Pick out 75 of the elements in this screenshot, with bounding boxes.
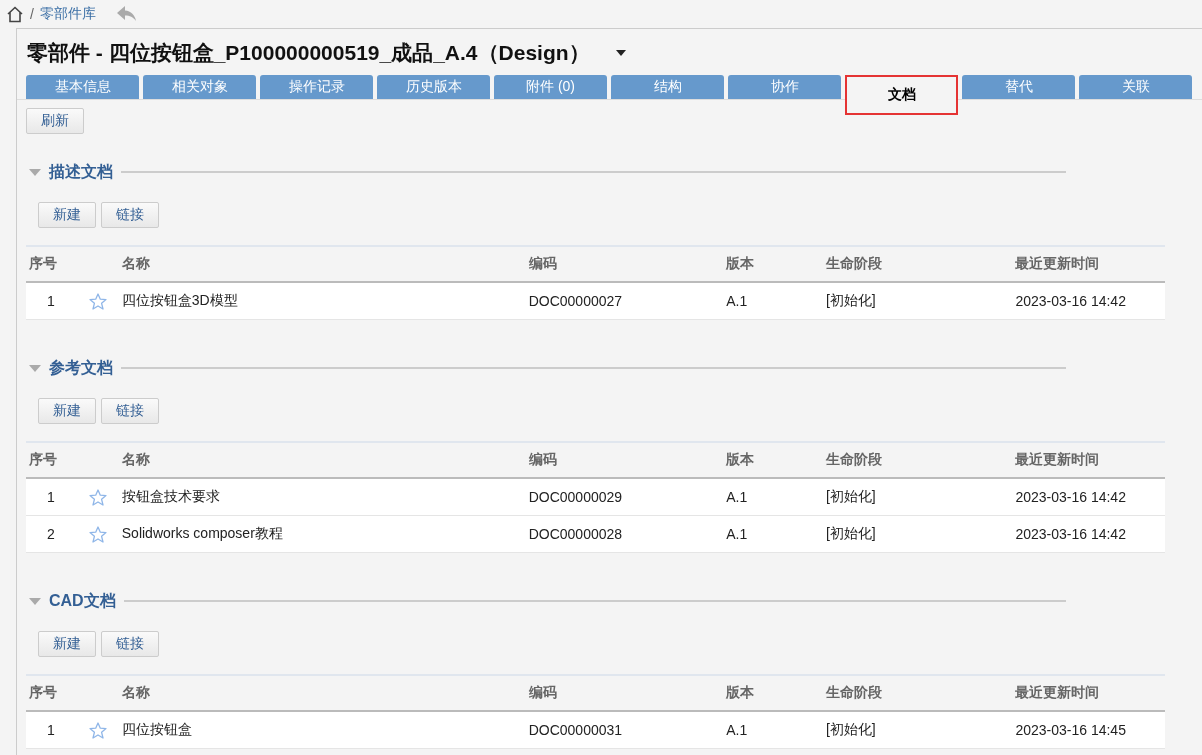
table-cell-text: 1 [46,489,56,505]
table-cell-text: 2023-03-16 14:42 [1015,293,1127,309]
table-cell-text: [初始化] [825,525,877,543]
table-cell-text: 1 [46,722,56,738]
column-header: 编码 [528,255,558,273]
star-icon[interactable] [88,292,107,310]
section-title: 描述文档 [49,161,113,182]
back-arrow-icon[interactable] [115,5,138,23]
collapse-caret-icon[interactable] [29,597,41,605]
column-header: 编码 [528,451,558,469]
table-cell-text: [初始化] [825,292,877,310]
collapse-caret-icon[interactable] [29,168,41,176]
column-header: 生命阶段 [825,684,883,702]
toolbar-button[interactable]: 链接 [101,202,159,228]
table-cell-text: [初始化] [825,488,877,506]
tab[interactable]: 附件 (0) [494,75,607,99]
column-header: 编码 [528,684,558,702]
toolbar-button[interactable]: 新建 [38,398,96,424]
column-header: 最近更新时间 [1015,255,1101,273]
table-cell-text: A.1 [726,722,749,738]
table-cell-text: A.1 [726,489,749,505]
table-cell-text: 2 [46,526,56,542]
tab[interactable]: 文档 [845,75,958,115]
tab[interactable]: 相关对象 [143,75,256,99]
toolbar-button[interactable]: 链接 [101,398,159,424]
column-header: 序号 [28,684,58,702]
page-title: 零部件 - 四位按钮盒_P100000000519_成品_A.4（Design） [27,40,590,66]
table-cell-text: 2023-03-16 14:42 [1015,526,1127,542]
table-cell-text: 1 [46,293,56,309]
toolbar-button[interactable]: 新建 [38,202,96,228]
column-header: 名称 [121,451,151,469]
toolbar-button[interactable]: 链接 [101,631,159,657]
column-header: 生命阶段 [825,255,883,273]
column-header: 最近更新时间 [1015,451,1101,469]
table-cell-text: Solidworks composer教程 [121,525,284,543]
column-header: 版本 [726,684,756,702]
table-cell-text: 2023-03-16 14:45 [1015,722,1127,738]
table-cell-text: 四位按钮盒3D模型 [121,292,239,310]
column-header: 序号 [28,451,58,469]
column-header: 序号 [28,255,58,273]
tab[interactable]: 协作 [728,75,841,99]
table-cell-text: 四位按钮盒 [121,721,193,739]
column-header: 名称 [121,255,151,273]
column-header: 名称 [121,684,151,702]
star-icon[interactable] [88,488,107,506]
breadcrumb-separator: / [30,6,34,22]
home-icon[interactable] [6,5,24,23]
tab[interactable]: 历史版本 [377,75,490,99]
section-title: 参考文档 [49,357,113,378]
tab[interactable]: 替代 [962,75,1075,99]
breadcrumb-link[interactable]: 零部件库 [39,5,96,23]
refresh-button[interactable]: 刷新 [26,108,84,134]
table-cell-text: DOC00000027 [528,293,624,309]
star-icon[interactable] [88,525,107,543]
tab[interactable]: 结构 [611,75,724,99]
column-header: 生命阶段 [825,451,883,469]
table-cell-text: A.1 [726,293,749,309]
table-cell-text: DOC00000029 [528,489,624,505]
table-cell-text: 按钮盒技术要求 [121,488,221,506]
tab[interactable]: 操作记录 [260,75,373,99]
collapse-caret-icon[interactable] [29,364,41,372]
tab[interactable]: 关联 [1079,75,1192,99]
column-header: 最近更新时间 [1015,684,1101,702]
column-header: 版本 [726,255,756,273]
star-icon[interactable] [88,721,107,739]
table-cell-text: [初始化] [825,721,877,739]
toolbar-button[interactable]: 新建 [38,631,96,657]
table-cell-text: 2023-03-16 14:42 [1015,489,1127,505]
section-title: CAD文档 [49,590,116,611]
tab[interactable]: 基本信息 [26,75,139,99]
dropdown-caret-icon[interactable] [615,50,626,56]
table-cell-text: A.1 [726,526,749,542]
table-cell-text: DOC00000031 [528,722,624,738]
column-header: 版本 [726,451,756,469]
table-cell-text: DOC00000028 [528,526,624,542]
